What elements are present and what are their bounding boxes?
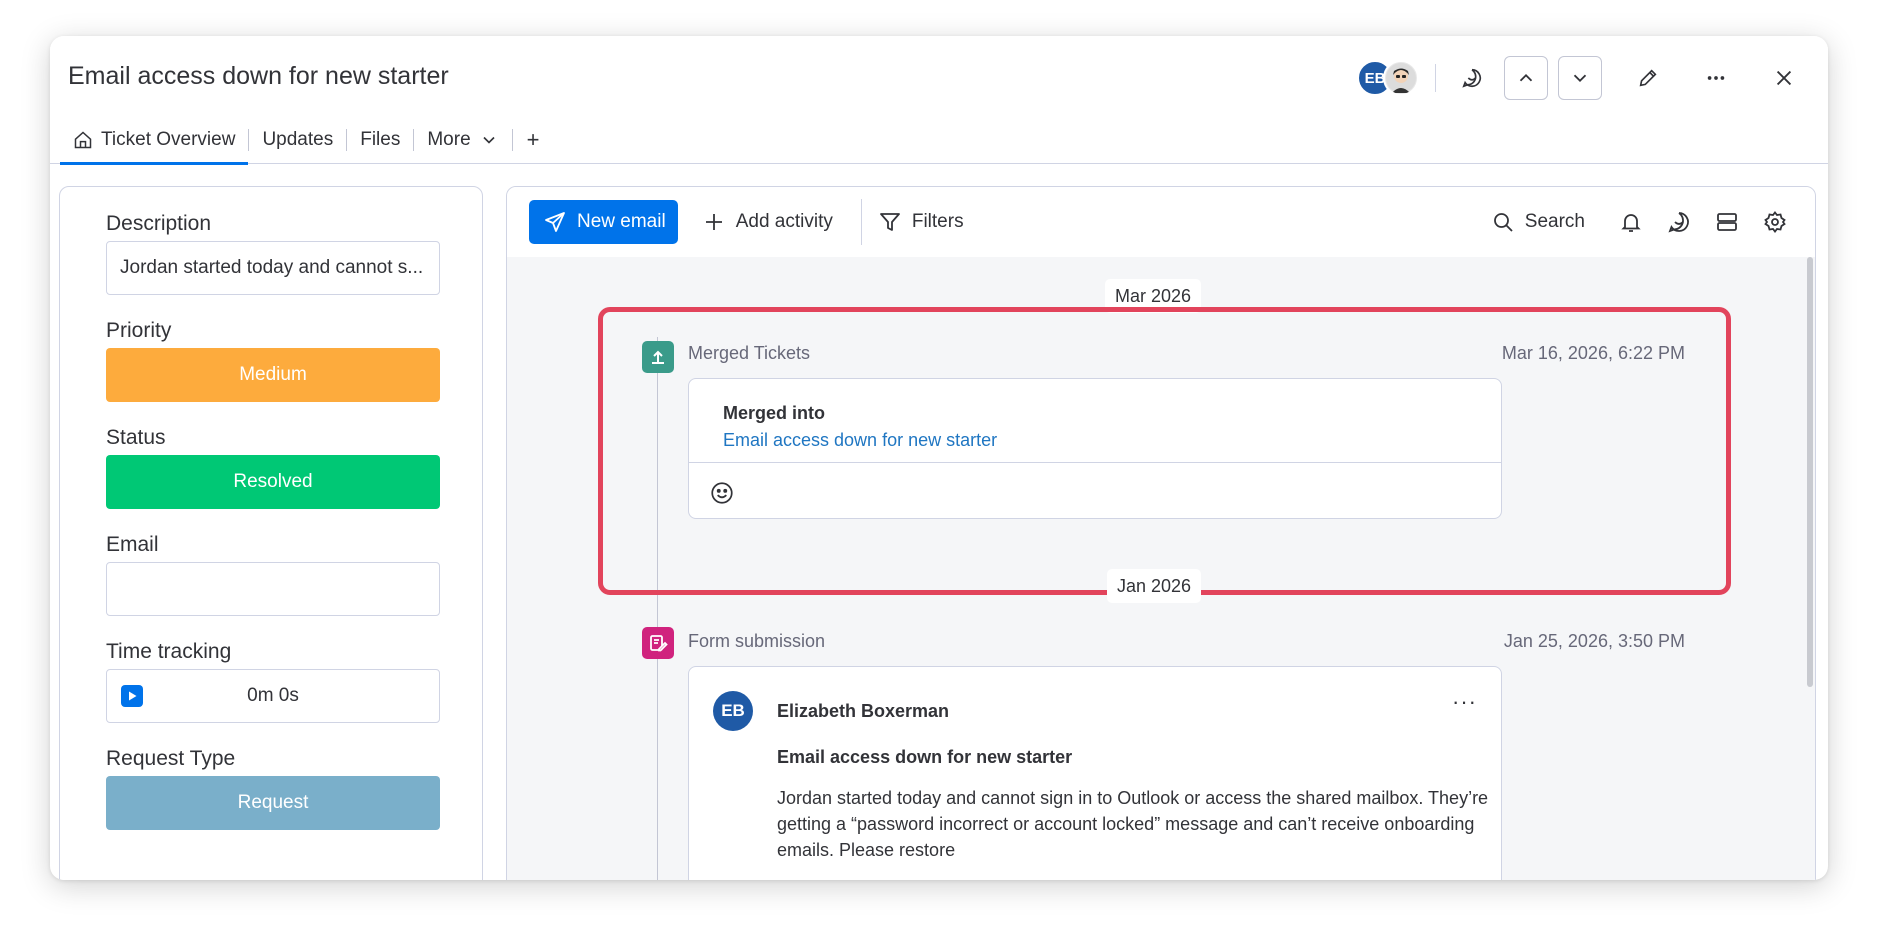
tab-bar: Ticket Overview Updates Files More + bbox=[60, 116, 554, 165]
chat-icon bbox=[1462, 68, 1482, 88]
status-value: Resolved bbox=[233, 471, 313, 492]
form-icon bbox=[642, 627, 674, 659]
avatar: EB bbox=[713, 691, 753, 731]
search-icon bbox=[1493, 213, 1513, 232]
ticket-fields-panel: Description Jordan started today and can… bbox=[59, 186, 483, 880]
more-options-button[interactable] bbox=[1694, 56, 1738, 100]
header-actions: EB bbox=[1357, 56, 1806, 100]
activity-panel: New email Add activity Filters Search Ma… bbox=[506, 186, 1816, 880]
chevron-down-icon bbox=[483, 136, 495, 144]
chat-button[interactable] bbox=[1665, 200, 1693, 244]
tab-ticket-overview[interactable]: Ticket Overview bbox=[60, 116, 249, 165]
filters-button[interactable]: Filters bbox=[878, 200, 978, 244]
subscribers[interactable]: EB bbox=[1357, 60, 1419, 96]
filter-icon bbox=[879, 213, 900, 231]
merge-icon bbox=[642, 341, 674, 373]
activity-type: Merged Tickets bbox=[688, 343, 811, 363]
layout-icon bbox=[1717, 213, 1737, 231]
tab-more[interactable]: More bbox=[414, 116, 511, 164]
chevron-up-icon bbox=[1519, 73, 1533, 82]
close-icon bbox=[1776, 70, 1792, 86]
email-field[interactable] bbox=[106, 562, 440, 616]
filters-label: Filters bbox=[911, 211, 964, 232]
emoji-icon[interactable] bbox=[709, 480, 735, 506]
header-divider bbox=[1435, 64, 1436, 92]
priority-label: Priority bbox=[106, 319, 172, 342]
tab-label: Files bbox=[360, 129, 401, 150]
plus-icon bbox=[705, 214, 722, 230]
priority-value: Medium bbox=[239, 364, 307, 385]
more-icon bbox=[1707, 76, 1725, 80]
new-email-label: New email bbox=[577, 211, 666, 232]
email-label: Email bbox=[106, 533, 159, 556]
form-submission-card: EB Elizabeth Boxerman ··· Email access d… bbox=[688, 666, 1502, 880]
gear-icon bbox=[1764, 211, 1786, 233]
form-body: Jordan started today and cannot sign in … bbox=[777, 788, 1489, 860]
toolbar-actions: Search bbox=[1491, 200, 1789, 244]
tab-label: Updates bbox=[262, 129, 334, 150]
send-icon bbox=[545, 212, 565, 232]
notifications-button[interactable] bbox=[1617, 200, 1645, 244]
ticket-header: Email access down for new starter Ticket… bbox=[50, 36, 1828, 165]
tab-updates[interactable]: Updates bbox=[249, 116, 346, 164]
time-tracking-label: Time tracking bbox=[106, 640, 232, 663]
tab-files[interactable]: Files bbox=[347, 116, 413, 164]
chevron-down-icon bbox=[1573, 74, 1587, 83]
bell-icon bbox=[1621, 214, 1641, 232]
search-label: Search bbox=[1524, 211, 1585, 232]
avatar-photo bbox=[1383, 60, 1419, 96]
status-label: Status bbox=[106, 426, 166, 449]
search-button[interactable]: Search bbox=[1491, 210, 1585, 234]
more-icon[interactable]: ··· bbox=[1452, 689, 1477, 715]
request-type-label: Request Type bbox=[106, 747, 236, 770]
activity-toolbar: New email Add activity Filters Search bbox=[507, 187, 1815, 257]
description-value: Jordan started today and cannot s... bbox=[120, 257, 424, 278]
settings-button[interactable] bbox=[1761, 200, 1789, 244]
time-tracking-field: 0m 0s bbox=[106, 669, 440, 723]
ticket-window: Email access down for new starter Ticket… bbox=[50, 36, 1828, 880]
toolbar-divider bbox=[860, 199, 862, 245]
add-activity-button[interactable]: Add activity bbox=[688, 200, 847, 244]
next-item-button[interactable] bbox=[1558, 56, 1602, 100]
merged-into-label: Merged into bbox=[723, 403, 825, 423]
activity-type: Form submission bbox=[688, 631, 826, 651]
merged-ticket-link[interactable]: Email access down for new starter bbox=[723, 430, 997, 451]
previous-item-button[interactable] bbox=[1504, 56, 1548, 100]
edit-button[interactable] bbox=[1626, 56, 1670, 100]
status-pill[interactable]: Resolved bbox=[106, 455, 440, 509]
add-tab-button[interactable]: + bbox=[513, 116, 554, 164]
request-type-pill[interactable]: Request bbox=[106, 776, 440, 830]
author-name: Elizabeth Boxerman bbox=[777, 701, 950, 721]
request-type-value: Request bbox=[237, 792, 309, 813]
description-label: Description bbox=[106, 212, 212, 235]
layout-button[interactable] bbox=[1713, 200, 1741, 244]
activity-timestamp: Jan 25, 2026, 3:50 PM bbox=[1503, 631, 1685, 651]
close-button[interactable] bbox=[1762, 56, 1806, 100]
home-icon bbox=[74, 131, 92, 149]
pencil-icon bbox=[1639, 69, 1657, 87]
month-separator: Jan 2026 bbox=[1107, 569, 1202, 603]
page-title: Email access down for new starter bbox=[68, 62, 449, 90]
tab-label: Ticket Overview bbox=[101, 129, 236, 150]
new-email-button[interactable]: New email bbox=[529, 200, 678, 244]
tab-label: More bbox=[427, 129, 471, 150]
time-tracking-value: 0m 0s bbox=[247, 685, 299, 706]
chat-icon bbox=[1668, 212, 1689, 233]
card-divider bbox=[689, 462, 1501, 463]
merged-ticket-card: Merged into Email access down for new st… bbox=[688, 378, 1502, 519]
add-activity-label: Add activity bbox=[735, 211, 833, 232]
description-field[interactable]: Jordan started today and cannot s... bbox=[106, 241, 440, 295]
chat-button[interactable] bbox=[1450, 56, 1494, 100]
priority-status-pill[interactable]: Medium bbox=[106, 348, 440, 402]
form-subject: Email access down for new starter bbox=[777, 747, 1073, 767]
play-icon[interactable] bbox=[121, 685, 143, 707]
scrollbar[interactable] bbox=[1807, 257, 1813, 687]
activity-timestamp: Mar 16, 2026, 6:22 PM bbox=[1501, 343, 1685, 363]
